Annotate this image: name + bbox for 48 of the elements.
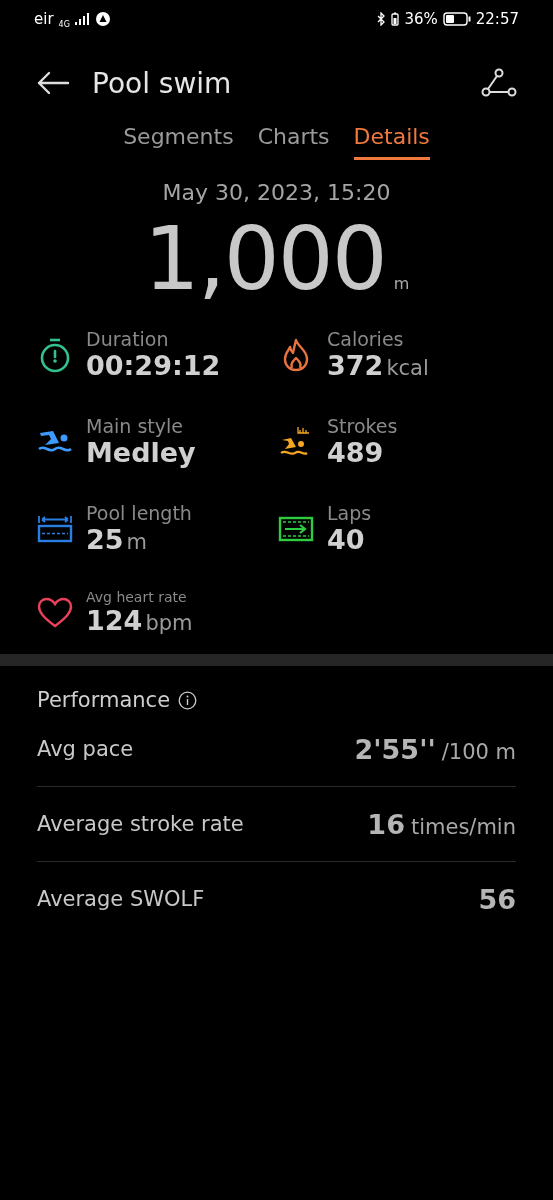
bluetooth-icon [377,12,387,26]
metric-value: Medley [86,437,196,468]
metric-value: 00:29:12 [86,350,221,381]
network-type: 4G [58,19,70,29]
stat-label: Average stroke rate [37,812,244,836]
metric-unit: kcal [386,356,429,380]
metric-value: 25 [86,524,124,555]
metric-value: 489 [327,437,384,468]
battery-saver-icon [391,12,400,26]
stat-value: 2'55'' [354,733,436,765]
stat-unit: /100 m [441,739,516,764]
battery-icon [442,12,471,26]
tab[interactable]: Segments [123,120,234,160]
tab[interactable]: Charts [257,120,330,160]
info-icon[interactable] [178,690,198,710]
metric-unit: m [126,530,148,554]
app-notification-icon [95,12,110,26]
clock-time: 22:57 [475,10,519,28]
stat-label: Average SWOLF [37,887,205,911]
metric-label: Avg heart rate [86,589,188,605]
metric-value: 124 [86,605,143,636]
stat-unit: times/min [410,814,516,839]
battery-percent: 36% [404,10,438,28]
page-title: Pool swim [92,66,233,100]
workout-date: May 30, 2023, 15:20 [161,180,392,205]
stat-label: Avg pace [37,737,134,761]
section-title: Performance [37,688,171,712]
laps-icon [278,515,314,542]
heart-icon [37,596,73,629]
distance-value: 1,000 [143,207,386,310]
metric-unit: bpm [145,611,193,635]
metric-label: Duration [86,328,170,350]
metric-label: Main style [86,415,184,437]
carrier-name: eir [34,10,54,28]
metric-value: 372 [327,350,384,381]
metric-label: Pool length [86,502,192,524]
signal-icon [74,13,91,25]
back-button[interactable] [36,71,70,95]
metric-label: Laps [327,502,372,524]
pool-length-icon [37,513,73,544]
metric-value: 40 [327,524,365,555]
stat-value: 56 [478,883,516,915]
metric-label: Calories [327,328,405,350]
route-button[interactable] [481,68,517,98]
metric-label: Strokes [327,415,398,437]
distance-unit: m [393,274,410,293]
stat-value: 16 [367,808,405,840]
tab[interactable]: Details [353,120,430,160]
